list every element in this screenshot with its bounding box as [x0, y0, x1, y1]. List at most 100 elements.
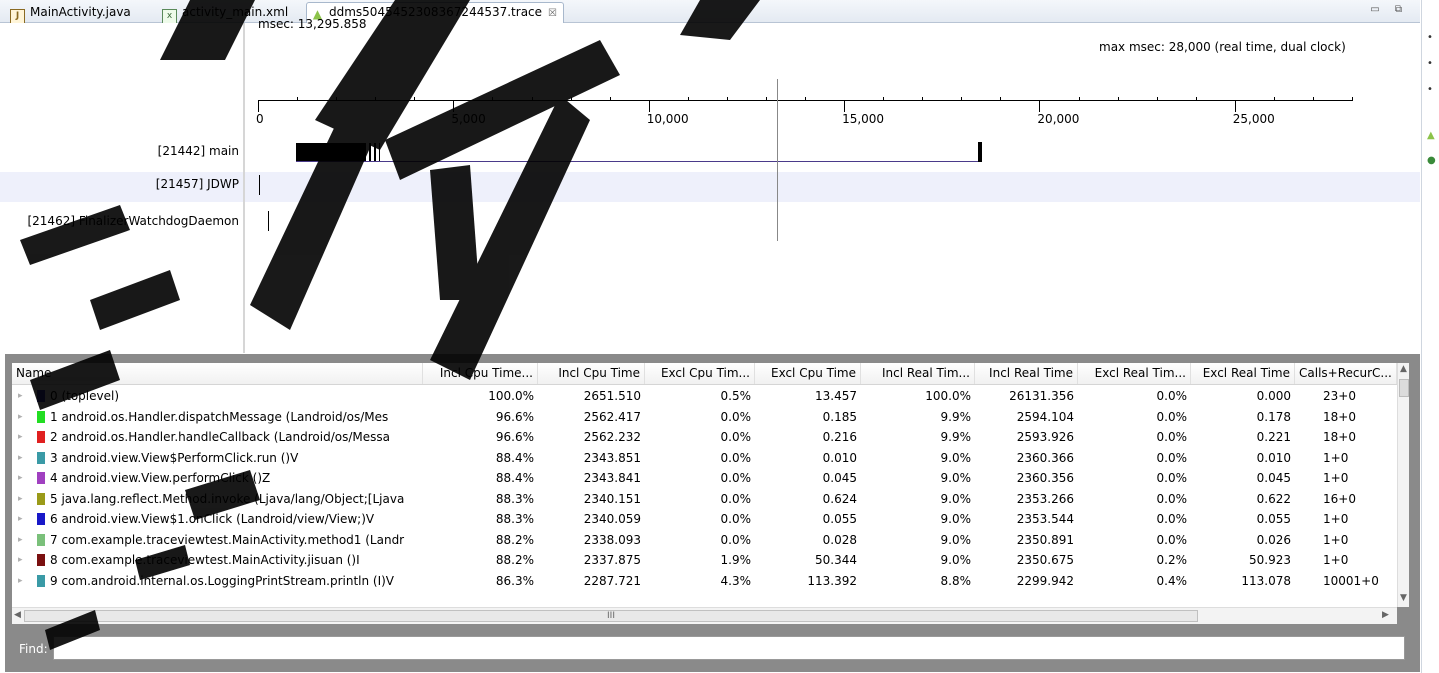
table-cell: 88.3%	[495, 491, 534, 506]
expand-arrow-icon[interactable]: ▸	[18, 468, 28, 488]
ruler-minor-tick	[1273, 97, 1275, 101]
column-header-name[interactable]: Name	[12, 363, 423, 384]
thread-label-jdwp[interactable]: [21457] JDWP	[156, 177, 239, 191]
ruler-major-tick	[648, 100, 650, 112]
horizontal-scroll-thumb[interactable]: III	[24, 610, 1198, 622]
ruler-minor-tick	[765, 97, 767, 101]
vertical-scroll-thumb[interactable]	[1399, 379, 1409, 397]
tab-label: MainActivity.java	[30, 5, 131, 19]
table-cell: 0.0%	[1156, 450, 1188, 465]
table-cell: 2338.093	[583, 532, 641, 547]
ruler-minor-tick	[1000, 97, 1002, 101]
table-cell: 9.0%	[940, 491, 972, 506]
table-row[interactable]: ▸ 4 android.view.View.performClick ()Z 88.…	[12, 468, 1397, 489]
ruler-major-tick	[844, 100, 846, 112]
column-header-incl-real-time[interactable]: Incl Real Time	[975, 363, 1078, 384]
scroll-up-icon[interactable]: ▲	[1400, 364, 1407, 374]
method-color-swatch	[37, 410, 45, 423]
ruler-minor-tick	[375, 97, 377, 101]
table-cell: 2353.266	[1016, 491, 1074, 506]
close-icon[interactable]: ☒	[548, 4, 557, 23]
table-row[interactable]: ▸ 2 android.os.Handler.handleCallback (La…	[12, 427, 1397, 448]
xml-file-icon: x	[162, 9, 177, 24]
table-cell: 1+0	[1323, 553, 1349, 567]
main-thread-activity-mark	[369, 143, 371, 161]
table-cell: 2340.151	[583, 491, 641, 506]
table-cell: 13.457	[815, 389, 857, 403]
table-cell: 0.0%	[1156, 430, 1188, 444]
table-cell: 100.0%	[488, 389, 534, 403]
scroll-down-icon[interactable]: ▼	[1400, 593, 1407, 603]
column-header-calls[interactable]: Calls+RecurC...	[1295, 363, 1397, 384]
ruler-tick-label: 10,000	[646, 112, 689, 126]
table-row[interactable]: ▸ 5 java.lang.reflect.Method.invoke (Ljav…	[12, 489, 1397, 510]
method-color-swatch	[37, 451, 45, 464]
ruler-major-tick	[1039, 100, 1041, 112]
column-header-incl-cpu-pct[interactable]: Incl Cpu Time...	[423, 363, 538, 384]
table-cell: 88.4%	[495, 471, 534, 485]
table-row[interactable]: ▸ 9 com.android.internal.os.LoggingPrintS…	[12, 571, 1397, 592]
column-header-excl-cpu-pct[interactable]: Excl Cpu Tim...	[645, 363, 755, 384]
time-cursor-line[interactable]	[777, 79, 779, 241]
ruler-minor-tick	[883, 97, 885, 101]
table-cell: 0.045	[1256, 471, 1291, 485]
thread-label-finalizer[interactable]: [21462] FinalizerWatchdogDaemon	[27, 214, 239, 228]
ruler-minor-tick	[1078, 97, 1080, 101]
table-row[interactable]: ▸ 6 android.view.View$1.onClick (Landroid…	[12, 509, 1397, 530]
column-header-excl-real-pct[interactable]: Excl Real Tim...	[1078, 363, 1191, 384]
table-row[interactable]: ▸ 8 com.example.traceviewtest.MainActivit…	[12, 550, 1397, 571]
thread-label-main[interactable]: [21442] main	[158, 144, 239, 158]
expand-arrow-icon[interactable]: ▸	[18, 407, 28, 427]
table-cell: 2350.675	[1016, 553, 1074, 567]
timeline-divider[interactable]	[243, 23, 245, 353]
column-header-incl-real-pct[interactable]: Incl Real Tim...	[861, 363, 975, 384]
expand-arrow-icon[interactable]: ▸	[18, 427, 28, 447]
method-name: 7 com.example.traceviewtest.MainActivity…	[50, 532, 405, 547]
window-buttons[interactable]: ▭ ⧉	[1370, 4, 1408, 15]
table-cell: 113.078	[1241, 573, 1291, 588]
horizontal-scrollbar[interactable]: ◀ III ▶	[12, 607, 1397, 624]
table-row[interactable]: ▸ 3 android.view.View$PerformClick.run ()…	[12, 448, 1397, 469]
method-color-swatch	[37, 513, 45, 525]
table-cell: 0.0%	[720, 532, 752, 547]
ruler-minor-tick	[609, 97, 611, 101]
table-cell: 0.000	[1256, 389, 1291, 403]
vertical-scrollbar[interactable]: ▲ ▼	[1397, 363, 1409, 607]
expand-arrow-icon[interactable]: ▸	[18, 550, 28, 570]
method-color-swatch	[37, 390, 45, 402]
table-cell: 0.055	[822, 512, 857, 526]
tab-mainactivity-java[interactable]: J MainActivity.java	[6, 3, 137, 24]
expand-arrow-icon[interactable]: ▸	[18, 571, 28, 591]
expand-arrow-icon[interactable]: ▸	[18, 448, 28, 468]
ruler-tick-label: 15,000	[842, 112, 885, 126]
scroll-right-icon[interactable]: ▶	[1382, 610, 1389, 620]
find-input[interactable]	[53, 636, 1405, 660]
table-cell: 96.6%	[495, 430, 534, 444]
table-cell: 2562.417	[583, 409, 641, 424]
ruler-minor-tick	[531, 97, 533, 101]
table-cell: 0.045	[822, 471, 857, 485]
column-header-incl-cpu-time[interactable]: Incl Cpu Time	[538, 363, 645, 384]
main-thread-activity-mark	[374, 143, 376, 161]
column-header-excl-cpu-time[interactable]: Excl Cpu Time	[755, 363, 861, 384]
right-side-panel: • • • ▲ ●	[1421, 0, 1439, 673]
ruler-minor-tick	[414, 97, 416, 101]
table-header: Name Incl Cpu Time... Incl Cpu Time Excl…	[12, 363, 1397, 385]
expand-arrow-icon[interactable]: ▸	[18, 509, 28, 529]
table-row[interactable]: ▸ 7 com.example.traceviewtest.MainActivit…	[12, 530, 1397, 551]
expand-arrow-icon[interactable]: ▸	[18, 386, 28, 406]
table-cell: 9.0%	[940, 553, 972, 567]
scroll-left-icon[interactable]: ◀	[14, 610, 21, 620]
table-cell: 0.026	[1256, 532, 1291, 547]
ruler-tick-label: 0	[256, 112, 264, 126]
table-row[interactable]: ▸ 0 (toplevel) 100.0% 2651.510 0.5% 13.457 100…	[12, 386, 1397, 407]
table-cell: 88.4%	[495, 450, 534, 465]
ruler-major-tick	[1234, 100, 1236, 112]
table-cell: 2337.875	[583, 553, 641, 567]
main-thread-activity-block[interactable]	[296, 143, 366, 161]
expand-arrow-icon[interactable]: ▸	[18, 489, 28, 509]
column-header-excl-real-time[interactable]: Excl Real Time	[1191, 363, 1295, 384]
table-cell: 0.622	[1256, 491, 1291, 506]
table-row[interactable]: ▸ 1 android.os.Handler.dispatchMessage (L…	[12, 407, 1397, 428]
expand-arrow-icon[interactable]: ▸	[18, 530, 28, 550]
